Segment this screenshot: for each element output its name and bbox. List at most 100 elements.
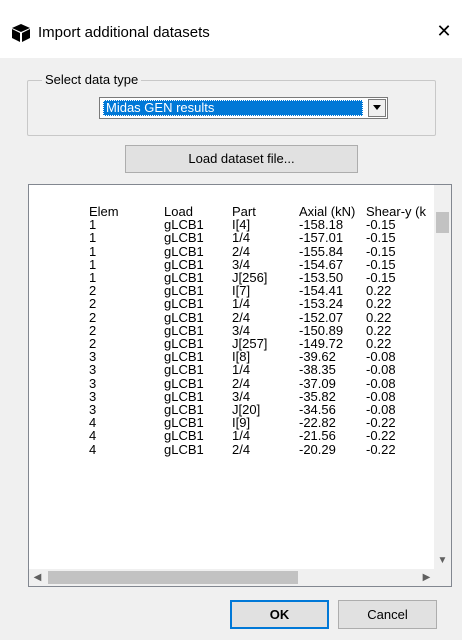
scroll-left-icon[interactable]: ◀ (29, 569, 46, 586)
table-cell: 0.22 (366, 296, 392, 312)
close-icon: ✕ (436, 21, 452, 41)
load-dataset-button[interactable]: Load dataset file... (125, 145, 358, 173)
table-cell: 0.22 (366, 322, 392, 338)
table-row[interactable]: 3 gLCB1 3/4 -35.82 -0.08 (29, 390, 435, 403)
table-cell: I[8] (232, 349, 251, 365)
title-bar: Import additional datasets ✕ (0, 0, 462, 58)
table-cell: -149.72 (299, 336, 344, 351)
cancel-button[interactable]: Cancel (338, 600, 437, 629)
table-cell: 3 (89, 349, 97, 365)
table-cell: J[20] (232, 402, 261, 417)
table-row[interactable]: 2 gLCB1 1/4 -153.24 0.22 (29, 297, 435, 310)
table-row[interactable]: 1 gLCB1 3/4 -154.67 -0.15 (29, 258, 435, 271)
table-cell: 3 (89, 375, 97, 391)
table-cell: 1 (89, 256, 97, 272)
table-cell: 0.22 (366, 309, 392, 325)
table-cell: -157.01 (299, 230, 344, 246)
table-cell: -0.15 (366, 217, 396, 233)
table-cell: gLCB1 (164, 217, 204, 233)
table-cell: 1 (89, 243, 97, 259)
column-header: Axial (kN) (299, 205, 356, 219)
table-row[interactable]: 1 gLCB1 I[4] -158.18 -0.15 (29, 218, 435, 231)
table-row[interactable]: 3 gLCB1 I[8] -39.62 -0.08 (29, 350, 435, 363)
table-cell: -158.18 (299, 217, 344, 233)
scroll-down-icon[interactable]: ▼ (434, 552, 451, 569)
table-cell: J[256] (232, 270, 268, 285)
table-cell: -0.15 (366, 230, 396, 246)
table-cell: 1/4 (232, 428, 251, 444)
table-cell: gLCB1 (164, 336, 204, 351)
table-cell: gLCB1 (164, 388, 204, 404)
vertical-scroll-thumb[interactable] (436, 212, 449, 233)
table-row[interactable]: 3 gLCB1 2/4 -37.09 -0.08 (29, 377, 435, 390)
table-cell: -152.07 (299, 309, 344, 325)
close-button[interactable]: ✕ (426, 14, 462, 48)
table-cell: -150.89 (299, 322, 344, 338)
table-cell: 1/4 (232, 230, 251, 246)
horizontal-scrollbar[interactable]: ◀ ▶ (29, 569, 435, 586)
table-cell: 0.22 (366, 336, 392, 351)
column-header: Shear-y (k (366, 205, 426, 219)
table-cell: 3 (89, 362, 97, 378)
vertical-scrollbar[interactable]: ▼ (434, 185, 451, 569)
data-type-select[interactable]: Midas GEN results (99, 97, 388, 119)
table-row[interactable]: 1 gLCB1 J[256] -153.50 -0.15 (29, 271, 435, 284)
table-cell: 2 (89, 336, 97, 351)
ok-button[interactable]: OK (230, 600, 329, 629)
column-header: Part (232, 205, 256, 219)
table-cell: 3 (89, 388, 97, 404)
table-cell: 2 (89, 322, 97, 338)
table-cell: -153.50 (299, 270, 344, 285)
table-cell: gLCB1 (164, 375, 204, 391)
table-cell: gLCB1 (164, 230, 204, 246)
table-row[interactable]: 4 gLCB1 1/4 -21.56 -0.22 (29, 429, 435, 442)
table-cell: -38.35 (299, 362, 336, 378)
table-row[interactable]: 1 gLCB1 2/4 -155.84 -0.15 (29, 245, 435, 258)
dataset-rows: Elem Load Part Axial (kN) Shear-y (k 1 gLCB1 I[… (29, 205, 435, 569)
table-cell: gLCB1 (164, 441, 204, 457)
column-header: Elem (89, 205, 119, 219)
table-row[interactable]: 4 gLCB1 I[9] -22.82 -0.22 (29, 416, 435, 429)
table-cell: -0.15 (366, 256, 396, 272)
table-row[interactable]: 3 gLCB1 J[20] -34.56 -0.08 (29, 403, 435, 416)
table-row[interactable]: 2 gLCB1 J[257] -149.72 0.22 (29, 337, 435, 350)
table-row[interactable]: 3 gLCB1 1/4 -38.35 -0.08 (29, 363, 435, 376)
table-cell: 2 (89, 309, 97, 325)
dataset-listbox[interactable]: Elem Load Part Axial (kN) Shear-y (k 1 gLCB1 I[… (28, 184, 452, 587)
table-cell: 2 (89, 296, 97, 312)
table-cell: -22.82 (299, 415, 336, 431)
table-cell: -154.41 (299, 283, 344, 299)
table-cell: -0.08 (366, 402, 396, 417)
table-cell: 3/4 (232, 256, 251, 272)
table-cell: gLCB1 (164, 243, 204, 259)
table-cell: 0.22 (366, 283, 392, 299)
table-cell: gLCB1 (164, 322, 204, 338)
dropdown-button[interactable] (368, 99, 386, 117)
table-cell: J[257] (232, 336, 268, 351)
table-cell: I[7] (232, 283, 251, 299)
table-cell: gLCB1 (164, 362, 204, 378)
horizontal-scroll-thumb[interactable] (48, 571, 298, 584)
table-row[interactable]: 4 gLCB1 2/4 -20.29 -0.22 (29, 443, 435, 456)
table-cell: gLCB1 (164, 283, 204, 299)
column-header: Load (164, 205, 193, 219)
table-cell: 2/4 (232, 441, 251, 457)
table-cell: gLCB1 (164, 402, 204, 417)
table-cell: 4 (89, 441, 97, 457)
table-cell: -0.22 (366, 428, 396, 444)
table-row[interactable]: 2 gLCB1 2/4 -152.07 0.22 (29, 311, 435, 324)
table-cell: gLCB1 (164, 415, 204, 431)
table-cell: 2/4 (232, 243, 251, 259)
table-header: Elem Load Part Axial (kN) Shear-y (k (29, 205, 435, 218)
scroll-right-icon[interactable]: ▶ (418, 569, 435, 586)
table-cell: 1/4 (232, 362, 251, 378)
table-cell: -37.09 (299, 375, 336, 391)
dialog-title: Import additional datasets (38, 24, 210, 41)
table-cell: -0.22 (366, 415, 396, 431)
table-cell: -0.22 (366, 441, 396, 457)
table-row[interactable]: 1 gLCB1 1/4 -157.01 -0.15 (29, 231, 435, 244)
table-cell: -0.15 (366, 243, 396, 259)
table-row[interactable]: 2 gLCB1 3/4 -150.89 0.22 (29, 324, 435, 337)
table-cell: -35.82 (299, 388, 336, 404)
table-row[interactable]: 2 gLCB1 I[7] -154.41 0.22 (29, 284, 435, 297)
